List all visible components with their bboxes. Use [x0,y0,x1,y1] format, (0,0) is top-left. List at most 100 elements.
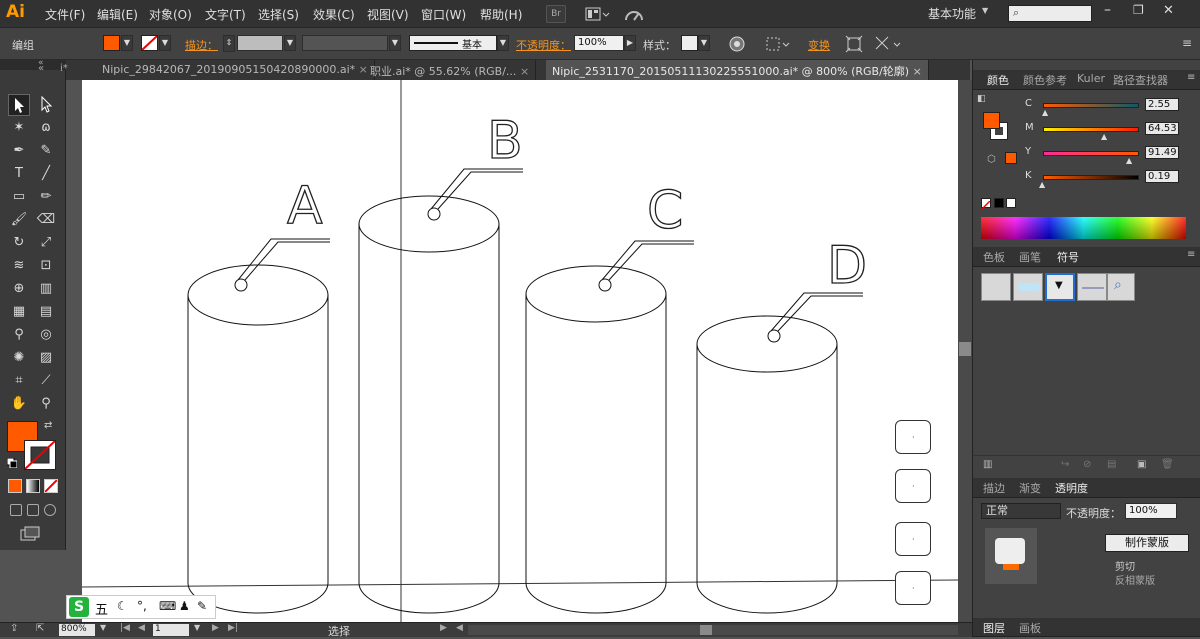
slider-thumb-icon[interactable]: ▲ [1126,156,1132,165]
tab-color-guide[interactable]: 颜色参考 [1023,72,1067,88]
make-mask-button[interactable]: 制作蒙版 [1105,534,1189,552]
restore-button[interactable]: ❐ [1133,3,1144,17]
ime-logo[interactable]: S [69,597,89,617]
opacity-input[interactable]: 100% [574,35,624,51]
channel-slider-y[interactable] [1043,151,1139,156]
panel-fill-swatch[interactable] [983,112,1000,129]
blend-tool-icon[interactable]: ◎ [35,324,57,346]
tab-color[interactable]: 颜色 [987,72,1009,88]
out-of-gamut-icon[interactable]: ⬡ [987,154,996,165]
fill-dropdown[interactable]: ▼ [121,35,133,51]
draw-inside-icon[interactable] [44,504,56,516]
symbol-options-icon[interactable]: ▤ [1107,459,1116,470]
tab-swatches[interactable]: 色板 [983,249,1005,265]
recolor-artwork-icon[interactable] [728,35,746,53]
color-spectrum-bar[interactable] [981,217,1186,239]
channel-slider-m[interactable] [1043,127,1139,132]
ime-mode[interactable]: 五 [95,599,108,618]
column-graph-tool-icon[interactable]: ▥ [35,278,57,300]
line-segment-tool-icon[interactable]: ╱ [35,163,57,185]
tab-kuler[interactable]: Kuler [1077,72,1105,85]
profile-dropdown[interactable]: ▼ [389,35,401,51]
gamut-swatch[interactable] [1005,152,1017,164]
punctuation-icon[interactable]: °, [137,599,147,613]
opacity-dropdown[interactable]: ▶ [624,35,636,51]
transparency-opacity-input[interactable]: 100% [1125,503,1177,519]
bridge-button[interactable]: Br [546,5,566,23]
slice-tool-icon[interactable]: ⟋ [35,370,57,392]
arrange-documents-icon[interactable] [584,5,610,23]
tab-document-1[interactable]: Nipic_29842067_20190905150420890000.ai* … [96,60,375,80]
symbol-2[interactable] [1013,273,1043,301]
graph-tool-icon[interactable]: ▨ [35,347,57,369]
slider-thumb-icon[interactable]: ▲ [1101,132,1107,141]
swap-colors-icon[interactable]: ⇄ [44,420,52,431]
channel-value-c[interactable]: 2.55 [1145,98,1179,111]
stroke-label[interactable]: 描边： [185,37,218,53]
last-artboard-button[interactable]: ▶| [228,623,238,633]
selection-tool-icon[interactable] [8,94,30,116]
none-swatch[interactable] [981,198,991,210]
eyedropper-tool-icon[interactable]: ⚲ [8,324,30,346]
panel-menu-icon[interactable]: ≡ [1182,36,1192,50]
workspace-switcher[interactable]: 基本功能 [928,5,976,22]
screen-mode-icon[interactable] [20,526,42,542]
new-symbol-icon[interactable]: ▣ [1137,459,1146,470]
close-tab-icon[interactable]: × [913,65,922,78]
break-link-icon[interactable]: ⊘ [1083,459,1091,470]
white-swatch[interactable] [1006,198,1016,208]
keyboard-icon[interactable]: ⌨ [159,599,176,613]
artboard-tool-icon[interactable]: ⌗ [8,370,30,392]
invert-mask-checkbox-label[interactable]: 反相蒙版 [1115,572,1155,587]
place-symbol-icon[interactable]: ↪ [1061,459,1069,470]
symbol-3[interactable]: ▼ [1045,273,1075,301]
variable-width-profile[interactable] [302,35,388,51]
artboard-dropdown-icon[interactable]: ▼ [194,623,200,632]
symbol-5[interactable]: ⌕ [1107,273,1135,301]
graphic-style-swatch[interactable] [681,35,698,51]
stroke-color-box[interactable] [24,440,56,470]
scroll-thumb[interactable] [959,342,971,356]
rectangle-tool-icon[interactable]: ▭ [8,186,30,208]
channel-slider-c[interactable] [1043,103,1139,108]
status-share-icon[interactable]: ⇪ [10,623,18,634]
side-float-button-3[interactable]: · [895,522,931,556]
hscroll-left-icon[interactable]: ◀ [456,623,463,633]
pen-tool-icon[interactable]: ✒ [8,140,30,162]
isolate-group-icon[interactable] [845,35,863,53]
wrench-icon[interactable]: ✎ [197,599,207,613]
side-float-button-2[interactable]: · [895,469,931,503]
stroke-weight-stepper[interactable]: ⇕ [223,35,235,52]
close-button[interactable]: ✕ [1163,3,1174,18]
tab-stroke[interactable]: 描边 [983,480,1005,496]
symbol-library-icon[interactable]: ▥ [983,459,992,470]
tab-layers[interactable]: 图层 [983,620,1005,636]
slider-thumb-icon[interactable]: ▲ [1039,180,1045,189]
skin-icon[interactable]: ♟ [179,599,190,613]
menu-effect[interactable]: 效果(C) [313,6,355,23]
tab-document-3[interactable]: Nipic_2531170_20150511130225551000.ai* @… [546,60,929,80]
tab-overflow-icon[interactable]: i* [60,63,68,74]
gpu-performance-icon[interactable] [622,4,646,24]
scale-tool-icon[interactable]: ⤢ [35,232,57,254]
slider-thumb-icon[interactable]: ▲ [1042,108,1048,117]
tab-pathfinder[interactable]: 路径查找器 [1113,72,1168,88]
status-export-icon[interactable]: ⇱ [36,623,44,634]
menu-help[interactable]: 帮助(H) [480,6,522,23]
transform-options-icon[interactable] [874,35,904,53]
gradient-tool-icon[interactable]: ▤ [35,301,57,323]
delete-symbol-icon[interactable]: 🗑 [1161,459,1174,470]
opacity-label[interactable]: 不透明度： [516,37,571,53]
default-fill-stroke-icon[interactable]: ◧ [977,94,986,104]
tab-scroll-left-icon[interactable]: « [38,63,44,74]
blend-mode-select[interactable]: 正常 [981,503,1061,519]
symbol-sprayer-tool-icon[interactable]: ✺ [8,347,30,369]
stroke-swatch[interactable] [141,35,158,51]
horizontal-scrollbar[interactable] [468,625,958,635]
first-artboard-button[interactable]: |◀ [120,623,130,633]
type-tool-icon[interactable]: T [8,163,30,185]
zoom-field[interactable]: 800% [59,624,95,636]
next-artboard-button[interactable]: ▶ [212,623,219,633]
status-menu-icon[interactable]: ▶ [440,623,447,633]
panel-options-icon[interactable]: ≡ [1187,72,1195,83]
